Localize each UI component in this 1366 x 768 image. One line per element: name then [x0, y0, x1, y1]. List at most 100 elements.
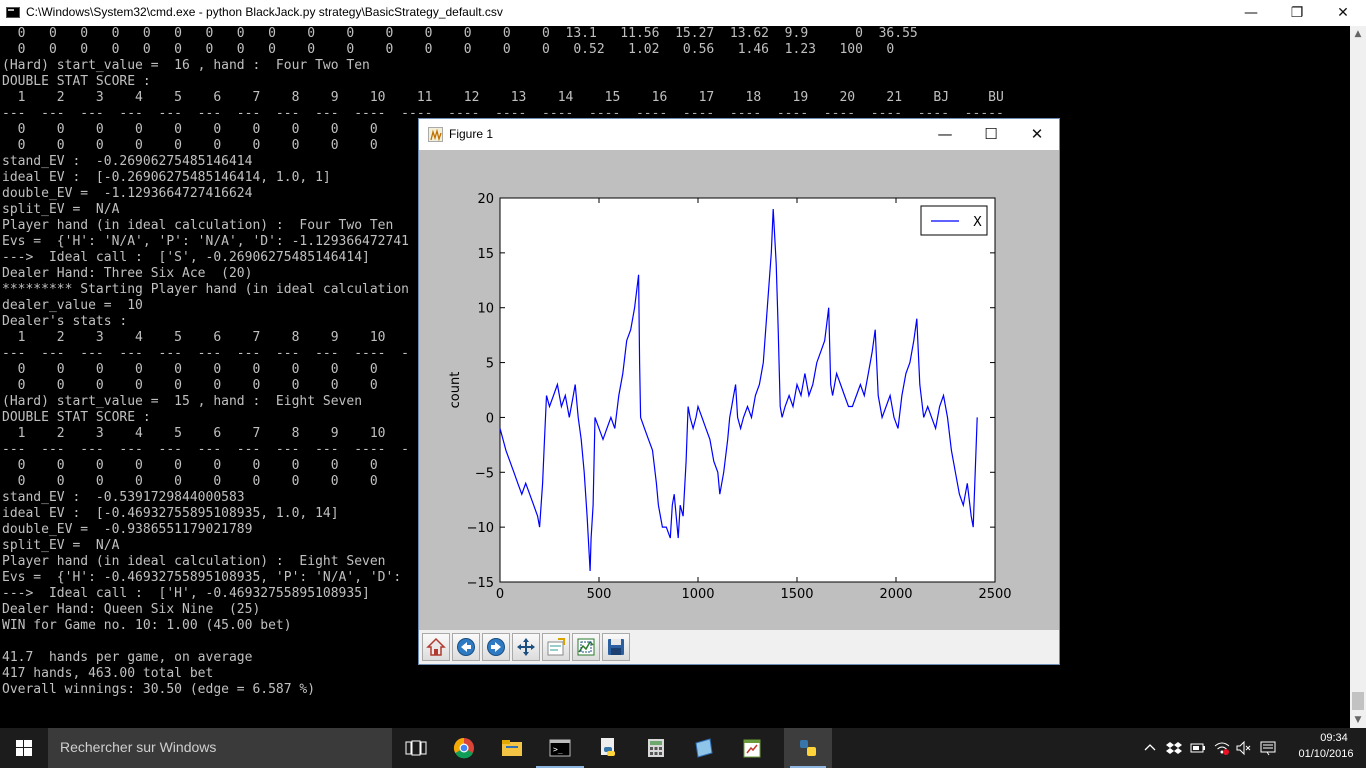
console-line: ---> Ideal call : ['S', -0.2690627548514…	[2, 250, 370, 265]
pan-icon[interactable]	[512, 633, 540, 661]
console-line: WIN for Game no. 10: 1.00 (45.00 bet)	[2, 618, 292, 633]
x-tick-label: 1500	[780, 587, 813, 602]
chrome-icon[interactable]	[440, 728, 488, 768]
cmd-icon[interactable]: >_	[536, 728, 584, 768]
figure-close-button[interactable]: ✕	[1014, 119, 1060, 150]
console-line: Evs = {'H': 'N/A', 'P': 'N/A', 'D': -1.1…	[2, 234, 409, 249]
y-tick-label: 5	[486, 357, 494, 372]
forward-icon[interactable]	[482, 633, 510, 661]
console-line: Dealer's stats :	[2, 314, 128, 329]
console-line: Evs = {'H': -0.46932755895108935, 'P': '…	[2, 570, 402, 585]
file-explorer-icon[interactable]	[488, 728, 536, 768]
plot-canvas[interactable]: 0 500 1000 1500 2000 2500 20 15 10 5 0 −5 −10 −15 coun…	[419, 150, 1059, 630]
figure-titlebar[interactable]: Figure 1 — ☐ ✕	[419, 119, 1059, 150]
console-line: 0 0 0 0 0 0 0 0 0 0	[2, 378, 378, 393]
tablet-icon[interactable]	[680, 728, 728, 768]
matplotlib-icon[interactable]	[428, 127, 443, 142]
console-line: Player hand (in ideal calculation) : Eig…	[2, 554, 386, 569]
console-line: DOUBLE STAT SCORE :	[2, 74, 151, 89]
console-line: Dealer Hand: Queen Six Nine (25)	[2, 602, 261, 617]
cmd-window-title: C:\Windows\System32\cmd.exe - python Bla…	[26, 5, 503, 19]
console-line: 417 hands, 463.00 total bet	[2, 666, 214, 681]
search-placeholder: Rechercher sur Windows	[60, 739, 217, 755]
back-icon[interactable]	[452, 633, 480, 661]
y-tick-label: 10	[477, 302, 494, 317]
clock-time[interactable]: 09:34	[1306, 732, 1362, 744]
python-icon[interactable]	[584, 728, 632, 768]
python-figure-icon[interactable]	[784, 728, 832, 768]
keyboard-icon[interactable]	[1260, 740, 1276, 756]
x-tick-label: 1000	[681, 587, 714, 602]
line-chart: 0 500 1000 1500 2000 2500 20 15 10 5 0 −5 −10 −15 coun…	[448, 192, 1012, 602]
minimize-button[interactable]: —	[1228, 0, 1274, 26]
taskbar-search-box[interactable]: Rechercher sur Windows	[48, 728, 392, 768]
console-line: ---> Ideal call : ['H', -0.4693275589510…	[2, 586, 370, 601]
speaker-muted-icon[interactable]	[1236, 740, 1252, 756]
scroll-up-icon[interactable]: ▲	[1350, 26, 1366, 42]
console-line: 0 0 0 0 0 0 0 0 0 0	[2, 138, 378, 153]
console-line: double_EV = -1.1293664727416624	[2, 186, 253, 201]
x-tick-label: 2000	[879, 587, 912, 602]
console-line: Overall winnings: 30.50 (edge = 6.587 %)	[2, 682, 316, 697]
console-line: 0 0 0 0 0 0 0 0 0 0	[2, 474, 378, 489]
task-view-icon[interactable]	[392, 728, 440, 768]
console-line: (Hard) start_value = 16 , hand : Four Tw…	[2, 58, 370, 73]
console-line: DOUBLE STAT SCORE :	[2, 410, 151, 425]
start-button[interactable]	[0, 728, 48, 768]
home-icon[interactable]	[422, 633, 450, 661]
console-line: stand_EV : -0.5391729844000583	[2, 490, 245, 505]
y-tick-label: −5	[475, 466, 494, 481]
restore-button[interactable]: ❐	[1274, 0, 1320, 26]
figure-maximize-button[interactable]: ☐	[968, 119, 1014, 150]
figure-minimize-button[interactable]: —	[922, 119, 968, 150]
cmd-titlebar[interactable]: C:\Windows\System32\cmd.exe - python Bla…	[0, 0, 1366, 26]
configure-subplots-icon[interactable]	[542, 633, 570, 661]
console-line: split_EV = N/A	[2, 202, 120, 217]
console-line: split_EV = N/A	[2, 538, 120, 553]
console-line: 0 0 0 0 0 0 0 0 0 0	[2, 458, 378, 473]
dropbox-icon[interactable]	[1166, 740, 1182, 756]
cmd-app-icon[interactable]	[6, 7, 20, 18]
notepad-icon[interactable]	[728, 728, 776, 768]
save-icon[interactable]	[602, 633, 630, 661]
legend-label: X	[973, 215, 982, 230]
console-line: 41.7 hands per game, on average	[2, 650, 253, 665]
console-line: dealer_value = 10	[2, 298, 143, 313]
y-tick-label: 15	[477, 247, 494, 262]
console-line: Dealer Hand: Three Six Ace (20)	[2, 266, 253, 281]
battery-icon[interactable]	[1190, 740, 1206, 756]
console-line: 0 0 0 0 0 0 0 0 0 0	[2, 122, 378, 137]
console-line: stand_EV : -0.26906275485146414	[2, 154, 253, 169]
figure-window[interactable]: Figure 1 — ☐ ✕ 0 500 1000 1500 2000 2500 20 15 1…	[418, 118, 1060, 665]
close-button[interactable]: ✕	[1320, 0, 1366, 26]
system-tray: 09:34 01/10/2016	[1136, 728, 1366, 768]
console-line: ideal EV : [-0.26906275485146414, 1.0, 1…	[2, 170, 331, 185]
y-tick-label: 20	[477, 192, 494, 207]
console-line: --- --- --- --- --- --- --- --- --- ----…	[2, 346, 409, 361]
console-line: 0 0 0 0 0 0 0 0 0 0 0 0 0 0 0 0 0.52 1.0…	[2, 42, 895, 57]
x-tick-label: 2500	[978, 587, 1011, 602]
windows-logo-icon	[16, 740, 32, 756]
console-line: ideal EV : [-0.46932755895108935, 1.0, 1…	[2, 506, 339, 521]
calculator-icon[interactable]	[632, 728, 680, 768]
console-scrollbar[interactable]: ▲ ▼	[1350, 26, 1366, 728]
x-tick-label: 500	[587, 587, 612, 602]
console-line: ********* Starting Player hand (in ideal…	[2, 282, 409, 297]
x-tick-label: 0	[496, 587, 504, 602]
console-line: --- --- --- --- --- --- --- --- --- ----…	[2, 442, 409, 457]
taskbar: Rechercher sur Windows >_ 09:34 01/10/20…	[0, 728, 1366, 768]
figure-title: Figure 1	[449, 127, 494, 141]
network-icon[interactable]	[1214, 740, 1230, 756]
scroll-down-icon[interactable]: ▼	[1350, 712, 1366, 728]
console-line: 1 2 3 4 5 6 7 8 9 10	[2, 426, 386, 441]
chevron-up-icon[interactable]	[1142, 740, 1158, 756]
y-tick-label: −15	[467, 576, 494, 591]
console-line: 0 0 0 0 0 0 0 0 0 0 0 0 0 0 0 0 13.1 11.…	[2, 26, 918, 41]
console-line: 1 2 3 4 5 6 7 8 9 10 11 12 13 14 15 16 1…	[2, 90, 1004, 105]
scrollbar-thumb[interactable]	[1352, 692, 1364, 710]
zoom-icon[interactable]	[572, 633, 600, 661]
y-axis-label: count	[448, 372, 463, 409]
console-line: (Hard) start_value = 15 , hand : Eight S…	[2, 394, 363, 409]
console-line: Player hand (in ideal calculation) : Fou…	[2, 218, 394, 233]
clock-date[interactable]: 01/10/2016	[1286, 748, 1366, 760]
